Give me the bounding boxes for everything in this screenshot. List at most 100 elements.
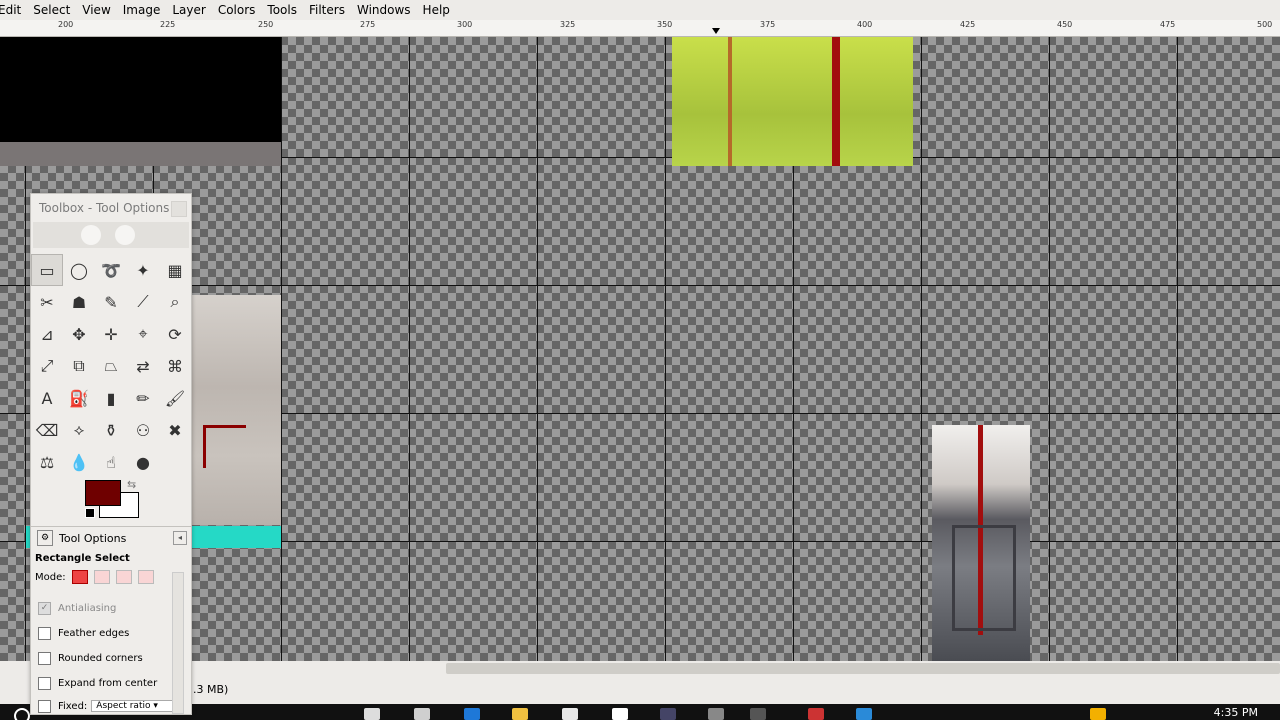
app-icon-4[interactable] xyxy=(808,708,824,720)
fixed-select[interactable]: Aspect ratio ▾ xyxy=(91,700,180,712)
expand-checkbox[interactable] xyxy=(38,677,51,690)
perspective-tool-icon[interactable]: ⏢ xyxy=(95,350,127,382)
perspective-clone-tool-icon[interactable]: ⚖ xyxy=(31,446,63,478)
mode-add-button[interactable] xyxy=(93,570,110,584)
chrome-icon[interactable] xyxy=(856,708,872,720)
ruler-label: 500 xyxy=(1257,20,1273,29)
store-icon[interactable] xyxy=(414,708,430,720)
menu-tools[interactable]: Tools xyxy=(261,0,303,20)
move-tool-icon[interactable]: ✥ xyxy=(63,318,95,350)
menu-view[interactable]: View xyxy=(76,0,116,20)
menu-image[interactable]: Image xyxy=(117,0,167,20)
ellipse-select-tool-icon[interactable]: ◯ xyxy=(63,254,95,286)
dropbox-icon[interactable] xyxy=(562,708,578,720)
tool-options-scrollbar[interactable] xyxy=(172,572,184,714)
measure-tool-icon[interactable]: ⊿ xyxy=(31,318,63,350)
tab-menu-icon[interactable]: ◂ xyxy=(173,531,187,545)
paths-tool-icon[interactable]: ✎ xyxy=(95,286,127,318)
color-picker-tool-icon[interactable]: ⟋ xyxy=(127,286,159,318)
menu-windows[interactable]: Windows xyxy=(351,0,417,20)
canvas-stone-tile xyxy=(191,295,281,525)
paintbrush-tool-icon[interactable]: 🖌 xyxy=(159,382,191,414)
clone-tool-icon[interactable]: ⚇ xyxy=(127,414,159,446)
smudge-tool-icon[interactable]: ☝ xyxy=(95,446,127,478)
rotate-tool-icon[interactable]: ⟳ xyxy=(159,318,191,350)
text-tool-icon[interactable]: A xyxy=(31,382,63,414)
app-icon-2[interactable] xyxy=(660,708,676,720)
tool-options-tab[interactable]: ⚙ Tool Options ◂ xyxy=(31,526,191,549)
zoom-tool-icon[interactable]: ⌕ xyxy=(159,286,191,318)
close-icon[interactable] xyxy=(171,201,187,217)
feather-label: Feather edges xyxy=(58,628,130,639)
app-icon[interactable] xyxy=(612,708,628,720)
free-select-tool-icon[interactable]: ➰ xyxy=(95,254,127,286)
scissors-tool-icon[interactable]: ✂ xyxy=(31,286,63,318)
ruler-label: 275 xyxy=(360,20,376,29)
eraser-tool-icon[interactable]: ⌫ xyxy=(31,414,63,446)
ruler-label: 200 xyxy=(58,20,74,29)
menu-layer[interactable]: Layer xyxy=(166,0,211,20)
blend-tool-icon[interactable]: ▮ xyxy=(95,382,127,414)
ink-tool-icon[interactable]: ⚱ xyxy=(95,414,127,446)
ruler-label: 375 xyxy=(760,20,776,29)
swap-colors-icon[interactable]: ⇆ xyxy=(127,478,136,491)
folder-icon[interactable] xyxy=(512,708,528,720)
color-select-tool-icon[interactable]: ▦ xyxy=(159,254,191,286)
bucket-fill-tool-icon[interactable]: ⛽ xyxy=(63,382,95,414)
toolbox-title-text: Toolbox - Tool Options xyxy=(39,201,170,215)
crop-tool-icon[interactable]: ⌖ xyxy=(127,318,159,350)
image-canvas[interactable] xyxy=(0,37,1280,661)
horizontal-scrollbar[interactable] xyxy=(0,661,1280,676)
canvas-grass-tile xyxy=(672,37,913,166)
expand-row[interactable]: Expand from center xyxy=(35,671,185,696)
task-view-icon[interactable] xyxy=(364,708,380,720)
foreground-select-tool-icon[interactable]: ☗ xyxy=(63,286,95,318)
blur-tool-icon[interactable]: 💧 xyxy=(63,446,95,478)
taskbar-clock[interactable]: 4:35 PM xyxy=(1214,706,1258,719)
stone-crack xyxy=(203,425,246,468)
flip-tool-icon[interactable]: ⇄ xyxy=(127,350,159,382)
gimp-icon[interactable] xyxy=(750,708,766,720)
scrollbar-thumb[interactable] xyxy=(446,663,1280,674)
rect-select-tool-icon[interactable]: ▭ xyxy=(31,254,63,286)
notification-icon[interactable] xyxy=(1090,708,1106,720)
toolbox-title[interactable]: Toolbox - Tool Options xyxy=(31,194,191,222)
dodge-burn-tool-icon[interactable]: ● xyxy=(127,446,159,478)
ruler-label: 350 xyxy=(657,20,673,29)
ruler-label: 300 xyxy=(457,20,473,29)
default-colors-icon[interactable] xyxy=(85,508,95,518)
airbrush-tool-icon[interactable]: ⟡ xyxy=(63,414,95,446)
rounded-checkbox[interactable] xyxy=(38,652,51,665)
feather-checkbox[interactable] xyxy=(38,627,51,640)
scale-tool-icon[interactable]: ⤢ xyxy=(31,350,63,382)
menu-filters[interactable]: Filters xyxy=(303,0,351,20)
antialiasing-row[interactable]: ✓ Antialiasing xyxy=(35,596,185,621)
feather-row[interactable]: Feather edges xyxy=(35,621,185,646)
search-icon[interactable] xyxy=(14,708,30,720)
color-area: ⇆ xyxy=(31,478,191,526)
cage-tool-icon[interactable]: ⌘ xyxy=(159,350,191,382)
mode-row: Mode: xyxy=(35,570,185,584)
edge-icon[interactable] xyxy=(464,708,480,720)
tool-options-body: Rectangle Select Mode: ✓ Antialiasing Fe… xyxy=(31,549,191,716)
shear-tool-icon[interactable]: ⧉ xyxy=(63,350,95,382)
align-tool-icon[interactable]: ✛ xyxy=(95,318,127,350)
menu-select[interactable]: Select xyxy=(27,0,76,20)
menu-colors[interactable]: Colors xyxy=(212,0,262,20)
fixed-checkbox[interactable] xyxy=(38,699,51,713)
horizontal-ruler[interactable]: 200 225 250 275 300 325 350 375 400 425 … xyxy=(0,20,1280,37)
wilber-drop-area[interactable] xyxy=(33,222,189,248)
foreground-color-swatch[interactable] xyxy=(85,480,121,506)
menu-edit[interactable]: Edit xyxy=(0,0,27,20)
antialiasing-checkbox[interactable]: ✓ xyxy=(38,602,51,615)
mode-intersect-button[interactable] xyxy=(137,570,154,584)
fuzzy-select-tool-icon[interactable]: ✦ xyxy=(127,254,159,286)
app-icon-3[interactable] xyxy=(708,708,724,720)
menu-help[interactable]: Help xyxy=(417,0,456,20)
heal-tool-icon[interactable]: ✖ xyxy=(159,414,191,446)
rounded-row[interactable]: Rounded corners xyxy=(35,646,185,671)
mode-subtract-button[interactable] xyxy=(115,570,132,584)
ruler-label: 450 xyxy=(1057,20,1073,29)
pencil-tool-icon[interactable]: ✏ xyxy=(127,382,159,414)
mode-replace-button[interactable] xyxy=(71,570,88,584)
